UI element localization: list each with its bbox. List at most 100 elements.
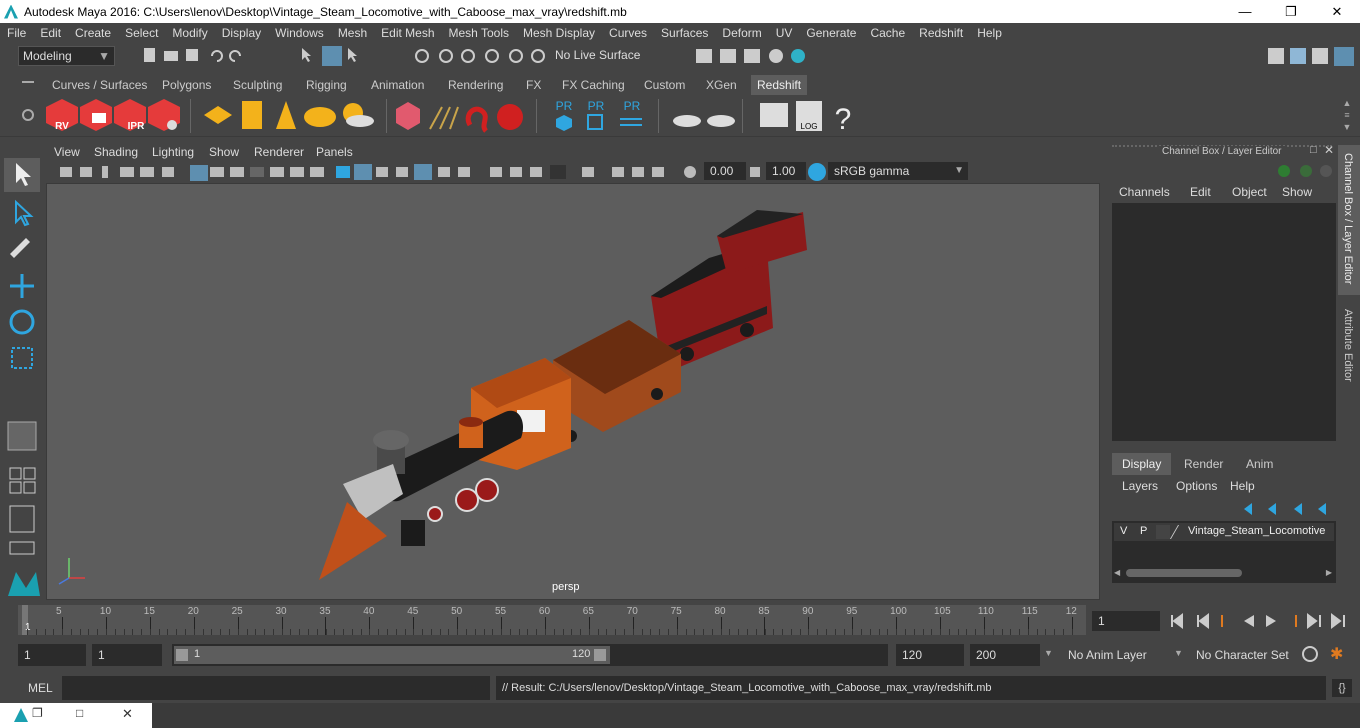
color-space-dropdown[interactable]: sRGB gamma ▼	[828, 162, 968, 180]
bake-icon[interactable]	[673, 115, 701, 127]
dome-light-icon[interactable]	[304, 107, 336, 127]
layer-row[interactable]: V P Vintage_Steam_Locomotive	[1114, 523, 1334, 541]
scale-tool-icon[interactable]	[11, 347, 33, 369]
motion-blur-icon[interactable]	[490, 167, 502, 177]
play-backwards-icon[interactable]	[1244, 615, 1254, 627]
field-chart-icon[interactable]	[270, 167, 284, 177]
workspace-toggles[interactable]	[1262, 43, 1360, 70]
hypershade-layout-icon[interactable]	[23, 481, 36, 494]
character-set-dropdown[interactable]: No Character Set	[1190, 644, 1294, 666]
backface-culling-icon[interactable]	[652, 167, 664, 177]
spot-light-icon[interactable]	[276, 101, 296, 129]
render-tools[interactable]	[660, 43, 820, 70]
play-forwards-icon[interactable]	[1266, 615, 1276, 627]
rotate-tool-icon[interactable]	[9, 309, 35, 335]
viewport-menu-show[interactable]: Show	[209, 145, 239, 159]
menu-select[interactable]: Select	[118, 26, 165, 40]
shelf-tab-fx-caching[interactable]: FX Caching	[556, 75, 631, 95]
shelf-tab-xgen[interactable]: XGen	[700, 75, 743, 95]
range-start-grip[interactable]	[176, 649, 188, 661]
close-icon[interactable]: ✕	[122, 706, 133, 722]
wireframe-icon[interactable]	[336, 166, 350, 178]
move-layer-up-icon[interactable]	[1244, 503, 1252, 515]
shelf-tab-fx[interactable]: FX	[520, 75, 547, 95]
menu-modify[interactable]: Modify	[165, 26, 214, 40]
ipr-render-button[interactable]: IPR	[114, 99, 146, 132]
volume-icon[interactable]	[465, 106, 489, 133]
shelf-scroll-arrows[interactable]: ▲ ≡ ▼	[1340, 97, 1354, 133]
viewport-menu-view[interactable]: View	[54, 145, 80, 159]
go-to-start-icon[interactable]	[1171, 613, 1183, 629]
layer-tab-anim[interactable]: Anim	[1236, 453, 1284, 475]
pr-export-button[interactable]: PR	[587, 99, 605, 130]
camera-attributes-icon[interactable]	[80, 167, 92, 177]
shelf-tab-rigging[interactable]: Rigging	[300, 75, 353, 95]
screen-space-ao-icon[interactable]	[458, 167, 470, 177]
command-language-label[interactable]: MEL	[28, 681, 53, 695]
shader-code-icon[interactable]	[760, 103, 788, 127]
auto-key-icon[interactable]	[1302, 646, 1318, 662]
shelf-tab-animation[interactable]: Animation	[365, 75, 430, 95]
channel-menu-show[interactable]: Show	[1282, 185, 1312, 199]
range-end-grip[interactable]	[594, 649, 606, 661]
menu-deform[interactable]: Deform	[715, 26, 768, 40]
channel-list[interactable]	[1112, 203, 1336, 441]
current-frame-field[interactable]: 1	[1092, 611, 1160, 631]
menu-edit[interactable]: Edit	[33, 26, 68, 40]
menu-cache[interactable]: Cache	[863, 26, 912, 40]
shelf-tab-custom[interactable]: Custom	[638, 75, 691, 95]
pr-swap-button[interactable]: PR	[620, 99, 642, 126]
shadows-icon[interactable]	[438, 167, 450, 177]
menu-help[interactable]: Help	[970, 26, 1009, 40]
scroll-right-icon[interactable]: ▶	[1326, 568, 1332, 577]
shelf-tab-redshift[interactable]: Redshift	[751, 75, 808, 95]
single-perspective-layout-icon[interactable]	[7, 421, 37, 451]
lasso-tool-icon[interactable]	[15, 199, 34, 227]
exposure-field[interactable]: 0.00	[704, 162, 746, 180]
playback-start-field[interactable]: 1	[92, 644, 162, 666]
character-set-chevron-icon[interactable]: ▼	[1174, 648, 1183, 658]
channel-menu-object[interactable]: Object	[1232, 185, 1267, 199]
viewport-menu-renderer[interactable]: Renderer	[254, 145, 304, 159]
layer-scrollbar[interactable]: ◀ ▶	[1114, 567, 1332, 579]
outliner-layout-icon[interactable]	[9, 505, 35, 533]
shelf-tab-polygons[interactable]: Polygons	[156, 75, 217, 95]
menu-mesh-tools[interactable]: Mesh Tools	[442, 26, 516, 40]
menu-edit-mesh[interactable]: Edit Mesh	[374, 26, 441, 40]
bake-set-icon[interactable]	[707, 115, 735, 127]
viewport-menu-shading[interactable]: Shading	[94, 145, 138, 159]
move-layer-down-icon[interactable]	[1268, 503, 1276, 515]
layer-menu-help[interactable]: Help	[1230, 479, 1255, 493]
layer-name[interactable]: Vintage_Steam_Locomotive	[1188, 525, 1325, 537]
anim-layer-dropdown[interactable]: No Anim Layer	[1062, 644, 1160, 666]
minimize-button[interactable]: —	[1222, 0, 1268, 23]
help-icon[interactable]: ?	[835, 103, 852, 136]
new-layer-icon[interactable]	[1294, 503, 1302, 515]
perspective-viewport[interactable]: persp	[46, 183, 1100, 600]
shelf-tab-sculpting[interactable]: Sculpting	[227, 75, 288, 95]
paint-select-tool-icon[interactable]	[10, 238, 30, 258]
viewport-menu-panels[interactable]: Panels	[316, 145, 353, 159]
go-to-end-icon[interactable]	[1331, 613, 1345, 629]
grease-pencil-icon[interactable]	[162, 167, 174, 177]
rv-render-button[interactable]: RV	[46, 99, 78, 132]
new-layer-from-selected-icon[interactable]	[1318, 503, 1326, 515]
shelf-tab-rendering[interactable]: Rendering	[442, 75, 509, 95]
float-panel-icon[interactable]: □	[1310, 144, 1317, 156]
animation-preferences-icon[interactable]: ✱	[1330, 644, 1343, 664]
layer-display-type[interactable]	[1156, 525, 1170, 539]
maximize-icon[interactable]: □	[76, 706, 83, 720]
xray-joints-icon[interactable]	[612, 167, 624, 177]
menu-windows[interactable]: Windows	[268, 26, 331, 40]
pr-mesh-params-button[interactable]: PR	[556, 99, 573, 131]
menu-uv[interactable]: UV	[769, 26, 800, 40]
channel-menu-edit[interactable]: Edit	[1190, 185, 1211, 199]
image-plane-icon[interactable]	[120, 167, 134, 177]
restore-icon[interactable]: ❐	[32, 706, 43, 720]
viewport-menu-lighting[interactable]: Lighting	[152, 145, 194, 159]
multisample-aa-icon[interactable]	[510, 167, 522, 177]
xray-icon[interactable]	[550, 165, 566, 179]
gate-mask-icon[interactable]	[250, 167, 264, 177]
xray-active-components-icon[interactable]	[632, 167, 644, 177]
close-button[interactable]: ✕	[1314, 0, 1360, 23]
